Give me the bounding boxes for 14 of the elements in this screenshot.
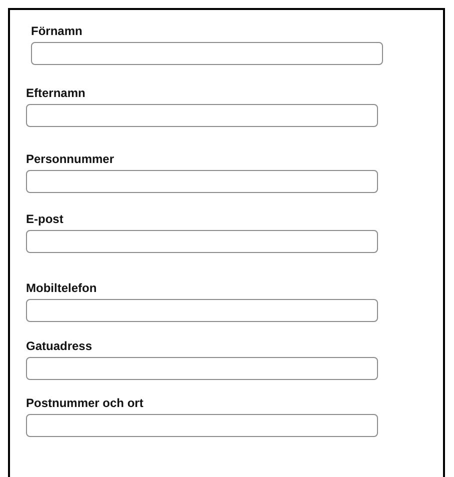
input-field[interactable] <box>26 357 378 380</box>
field-label: Mobiltelefon <box>26 281 97 295</box>
input-field[interactable] <box>26 170 378 193</box>
input-field[interactable] <box>26 414 378 437</box>
field-label: Gatuadress <box>26 339 92 353</box>
input-field[interactable] <box>31 42 383 65</box>
input-field[interactable] <box>26 230 378 253</box>
input-field[interactable] <box>26 104 378 127</box>
field-label: Förnamn <box>31 24 82 38</box>
field-label: E-post <box>26 212 64 226</box>
field-label: Postnummer och ort <box>26 396 144 410</box>
field-label: Personnummer <box>26 152 114 166</box>
input-field[interactable] <box>26 299 378 322</box>
field-label: Efternamn <box>26 86 86 100</box>
